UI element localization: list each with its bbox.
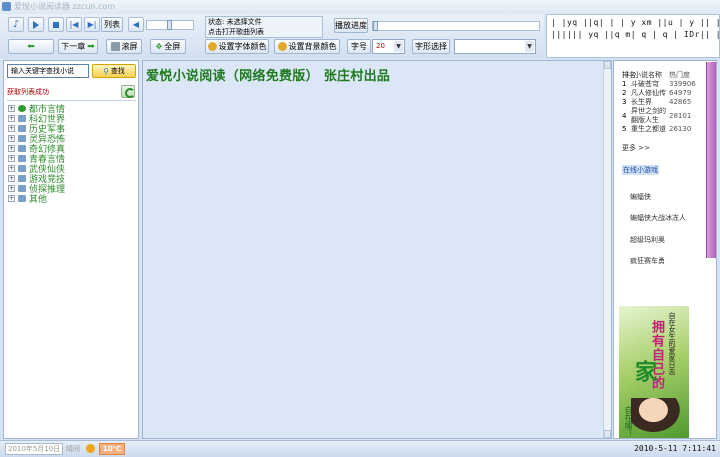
next-chapter-button[interactable]: 下一章 ➡ <box>58 39 98 54</box>
ad-big-char: 家 <box>631 360 656 382</box>
progress-slider-thumb[interactable] <box>373 21 378 31</box>
volume-slider[interactable] <box>146 20 194 30</box>
date-display: 2010年5月10日 <box>5 443 63 455</box>
ranking-row[interactable]: 1 斗破苍穹 339906 <box>622 80 699 89</box>
expand-icon[interactable]: + <box>8 114 15 122</box>
search-input[interactable]: 输入关键字查找小说 <box>7 64 89 78</box>
arrow-right-icon: ➡ <box>87 41 95 52</box>
font-family-label: 字形选择 <box>412 39 450 54</box>
folder-icon <box>18 144 26 152</box>
panel-scrollbar[interactable] <box>706 62 716 258</box>
clock-display: 2010-5-11 7:11:41 <box>634 444 716 453</box>
search-icon: ⚲ <box>103 66 109 76</box>
ranking-row[interactable]: 5 重生之都道 26130 <box>622 125 699 134</box>
more-link[interactable]: 更多 >> <box>622 143 650 153</box>
music-note-icon[interactable]: ♪ <box>8 17 24 32</box>
expand-icon[interactable]: + <box>8 134 15 142</box>
volume-icon[interactable]: ◀ <box>128 17 144 32</box>
folder-icon <box>18 124 26 132</box>
expand-icon[interactable]: + <box>8 124 15 132</box>
play-button[interactable] <box>28 17 44 32</box>
ranking-panel: 排名 小说名称 热门度 1 斗破苍穹 339906 2 凡人修仙传 64979 3 长生界… <box>613 60 717 439</box>
player-status: 状态: 未选择文件 点击打开歌曲列表 <box>205 16 323 38</box>
chevron-down-icon[interactable]: ▼ <box>525 41 534 52</box>
reading-area[interactable]: 爱悦小说阅读（网络免费版） 张庄村出品 <box>142 60 612 439</box>
app-icon <box>2 2 11 11</box>
chevron-down-icon[interactable]: ▼ <box>394 41 403 52</box>
ranking-header: 排名 小说名称 热门度 <box>622 71 690 79</box>
palette-icon <box>277 42 287 51</box>
temperature-badge: 10℃ <box>99 443 125 455</box>
ranking-row[interactable]: 2 凡人修仙传 64979 <box>622 89 699 98</box>
ad-photo <box>631 398 687 438</box>
next-track-button[interactable]: ▶| <box>84 17 100 32</box>
lyrics-line-1: | |yq ||q| | | y xm ||u | y || |u| <box>551 18 720 27</box>
lyrics-line-2: |||||| yq ||q m| q | q | IDr|| |#89 <box>551 30 720 39</box>
expand-icon[interactable]: + <box>8 184 15 192</box>
scroll-down-button[interactable] <box>604 430 611 438</box>
status-line-2: 点击打开歌曲列表 <box>208 28 264 36</box>
volume-slider-thumb[interactable] <box>167 20 172 30</box>
status-bar: 2010年5月10日 晴间 10℃ 2010-5-11 7:11:41 <box>0 440 720 457</box>
folder-icon <box>18 114 26 122</box>
window-title: 爱悦小说阅读器 zzcun.com <box>14 2 116 11</box>
online-games-link[interactable]: 在线小游戏 <box>622 165 659 175</box>
arrow-left-icon: ⬅ <box>27 41 35 52</box>
folder-icon <box>18 164 26 172</box>
font-family-select[interactable]: ▼ <box>454 39 536 54</box>
tree-node-10[interactable]: + 其他 <box>8 193 65 205</box>
previous-chapter-button[interactable]: ⬅ <box>8 39 54 54</box>
expand-icon[interactable]: + <box>8 174 15 182</box>
sun-icon <box>86 444 95 453</box>
category-tree: + 都市言情 + 科幻世界 + 历史军事 + 灵异恐怖 + 奇幻修真 + 青春言情 + 武侠仙… <box>8 103 65 205</box>
refresh-button[interactable] <box>121 85 135 98</box>
expand-icon[interactable]: + <box>8 154 15 162</box>
palette-icon <box>207 42 217 51</box>
progress-label: 播放进度 <box>334 18 368 33</box>
ranking-row[interactable]: 4 异世之剑的翻版人生 28101 <box>622 107 699 125</box>
vertical-scrollbar[interactable] <box>603 61 611 438</box>
folder-icon <box>18 174 26 182</box>
folder-icon <box>18 194 26 202</box>
game-link[interactable]: 疯狂赛车勇 <box>630 256 665 266</box>
scroll-icon <box>110 42 120 51</box>
game-link[interactable]: 蝙蝠侠大战冰冻人 <box>630 213 686 223</box>
divider <box>7 100 136 101</box>
font-color-button[interactable]: 设置字体颜色 <box>205 39 269 54</box>
game-link[interactable]: 蝙蝠侠 <box>630 192 651 202</box>
folder-open-icon <box>18 104 26 112</box>
advertisement-banner[interactable]: 自在女生的爱家日志 拥有自己的 家 自在哺！ <box>619 306 689 438</box>
scroll-up-button[interactable] <box>604 61 611 69</box>
playback-progress-slider[interactable] <box>372 21 540 31</box>
font-size-label: 字号 <box>347 39 371 54</box>
category-panel: 输入关键字查找小说 ⚲ 查找 获取列表成功 + 都市言情 + 科幻世界 + 历史军事 … <box>3 60 139 439</box>
folder-icon <box>18 184 26 192</box>
fullscreen-button[interactable]: ✥ 全屏 <box>150 39 186 54</box>
title-bar: 爱悦小说阅读器 zzcun.com <box>0 0 720 14</box>
bg-color-button[interactable]: 设置背景颜色 <box>274 39 340 54</box>
folder-icon <box>18 154 26 162</box>
search-button[interactable]: ⚲ 查找 <box>92 64 136 78</box>
list-status-text: 获取列表成功 <box>7 88 49 96</box>
expand-icon[interactable]: + <box>8 164 15 172</box>
ranking-row[interactable]: 3 长生界 42865 <box>622 98 699 107</box>
lyrics-display: | |yq ||q| | | y xm ||u | y || |u| |||||… <box>546 14 720 58</box>
ad-subtitle: 自在女生的爱家日志 <box>668 312 676 375</box>
game-link[interactable]: 超级玛利奥 <box>630 235 665 245</box>
expand-icon[interactable]: + <box>8 194 15 202</box>
weather-text: 晴间 <box>66 445 80 453</box>
toolbar: ♪ |◀ ▶| 列表 ◀ 状态: 未选择文件 点击打开歌曲列表 播放进度 ⬅ 下… <box>0 14 544 58</box>
expand-icon[interactable]: + <box>8 144 15 152</box>
previous-track-button[interactable]: |◀ <box>66 17 82 32</box>
font-size-select[interactable]: 20 ▼ <box>372 39 405 54</box>
scroll-button[interactable]: 滚屏 <box>106 39 142 54</box>
status-line-1: 状态: 未选择文件 <box>208 18 262 26</box>
stop-button[interactable] <box>48 17 64 32</box>
folder-icon <box>18 134 26 142</box>
ranking-table: 排名 小说名称 热门度 1 斗破苍穹 339906 2 凡人修仙传 64979 3 长生界… <box>622 71 699 134</box>
page-title: 爱悦小说阅读（网络免费版） 张庄村出品 <box>146 69 391 84</box>
playlist-button[interactable]: 列表 <box>101 17 123 32</box>
fullscreen-icon: ✥ <box>155 42 163 51</box>
expand-icon[interactable]: + <box>8 104 15 112</box>
